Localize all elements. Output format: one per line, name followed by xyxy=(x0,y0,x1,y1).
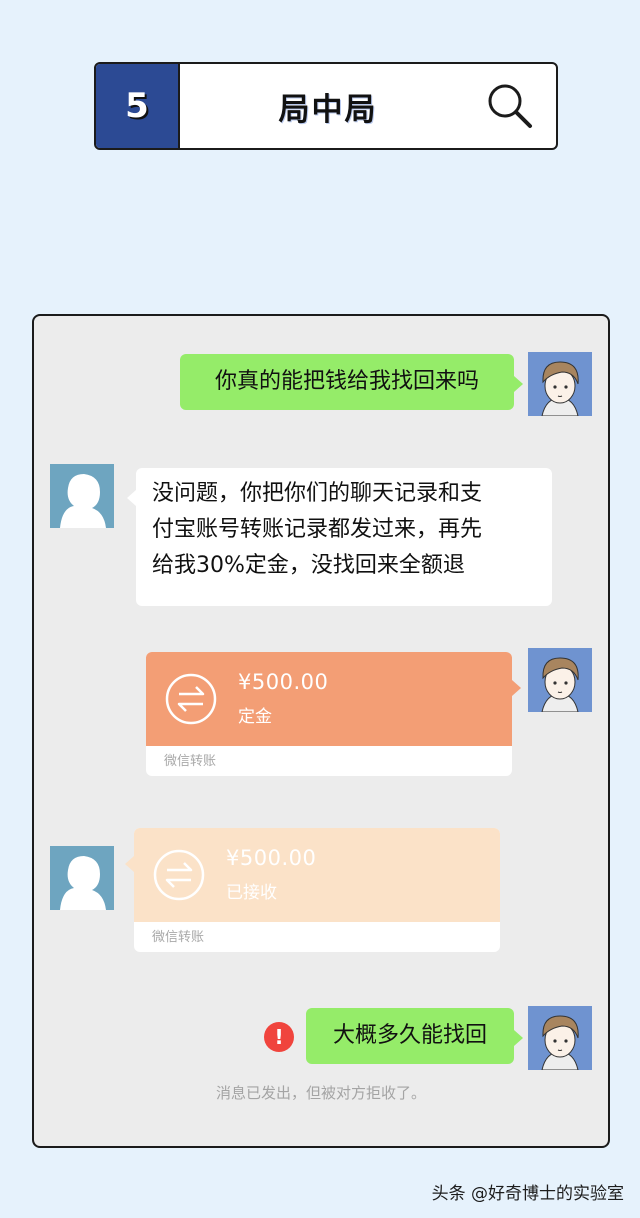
avatar-me[interactable] xyxy=(528,352,592,416)
avatar-me[interactable] xyxy=(528,648,592,712)
message-text: 大概多久能找回 xyxy=(332,1023,487,1048)
transfer-status: 已接收 xyxy=(226,883,277,903)
message-bubble-sent-1[interactable]: 你真的能把钱给我找回来吗 xyxy=(180,354,523,410)
rejected-notice: 消息已发出，但被对方拒收了。 xyxy=(215,1084,426,1102)
transfer-amount: ¥500.00 xyxy=(238,670,329,694)
transfer-arrows-icon xyxy=(165,673,217,725)
transfer-source-label: 微信转账 xyxy=(164,754,217,769)
episode-number: 5 xyxy=(96,64,180,148)
avatar-other[interactable] xyxy=(50,846,114,910)
user-avatar-icon xyxy=(528,352,592,416)
avatar-other[interactable] xyxy=(50,464,114,528)
send-failed-icon[interactable]: ! xyxy=(264,1022,294,1052)
message-bubble-received-1[interactable]: 没问题，你把你们的聊天记录和支 付宝账号转账记录都发过来，再先 给我30%定金，… xyxy=(127,468,552,606)
transfer-card-received[interactable]: ¥500.00 已接收 微信转账 xyxy=(125,828,500,952)
user-avatar-icon xyxy=(528,1006,592,1070)
message-bubble-sent-2[interactable]: 大概多久能找回 xyxy=(306,1008,523,1064)
message-line-2: 付宝账号转账记录都发过来，再先 xyxy=(152,517,483,542)
message-text: 你真的能把钱给我找回来吗 xyxy=(214,369,479,394)
message-line-1: 没问题，你把你们的聊天记录和支 xyxy=(152,481,483,506)
episode-title: 局中局 xyxy=(278,91,378,128)
transfer-status: 定金 xyxy=(238,707,272,727)
episode-header: 5 局中局 xyxy=(94,62,558,150)
message-line-3: 给我30%定金，没找回来全额退 xyxy=(152,553,465,578)
search-icon[interactable] xyxy=(486,82,534,130)
transfer-arrows-icon xyxy=(153,849,205,901)
transfer-source-label: 微信转账 xyxy=(152,930,205,945)
chat-panel: 你真的能把钱给我找回来吗 没问题，你把你们的聊天记录和支 付宝账号转账记录都发过… xyxy=(32,314,610,1148)
watermark: 头条 @好奇博士的实验室 xyxy=(431,1184,624,1204)
silhouette-avatar-icon xyxy=(50,846,114,910)
transfer-amount: ¥500.00 xyxy=(226,846,317,870)
avatar-me[interactable] xyxy=(528,1006,592,1070)
user-avatar-icon xyxy=(528,648,592,712)
silhouette-avatar-icon xyxy=(50,464,114,528)
transfer-card-sent[interactable]: ¥500.00 定金 微信转账 xyxy=(146,652,521,776)
